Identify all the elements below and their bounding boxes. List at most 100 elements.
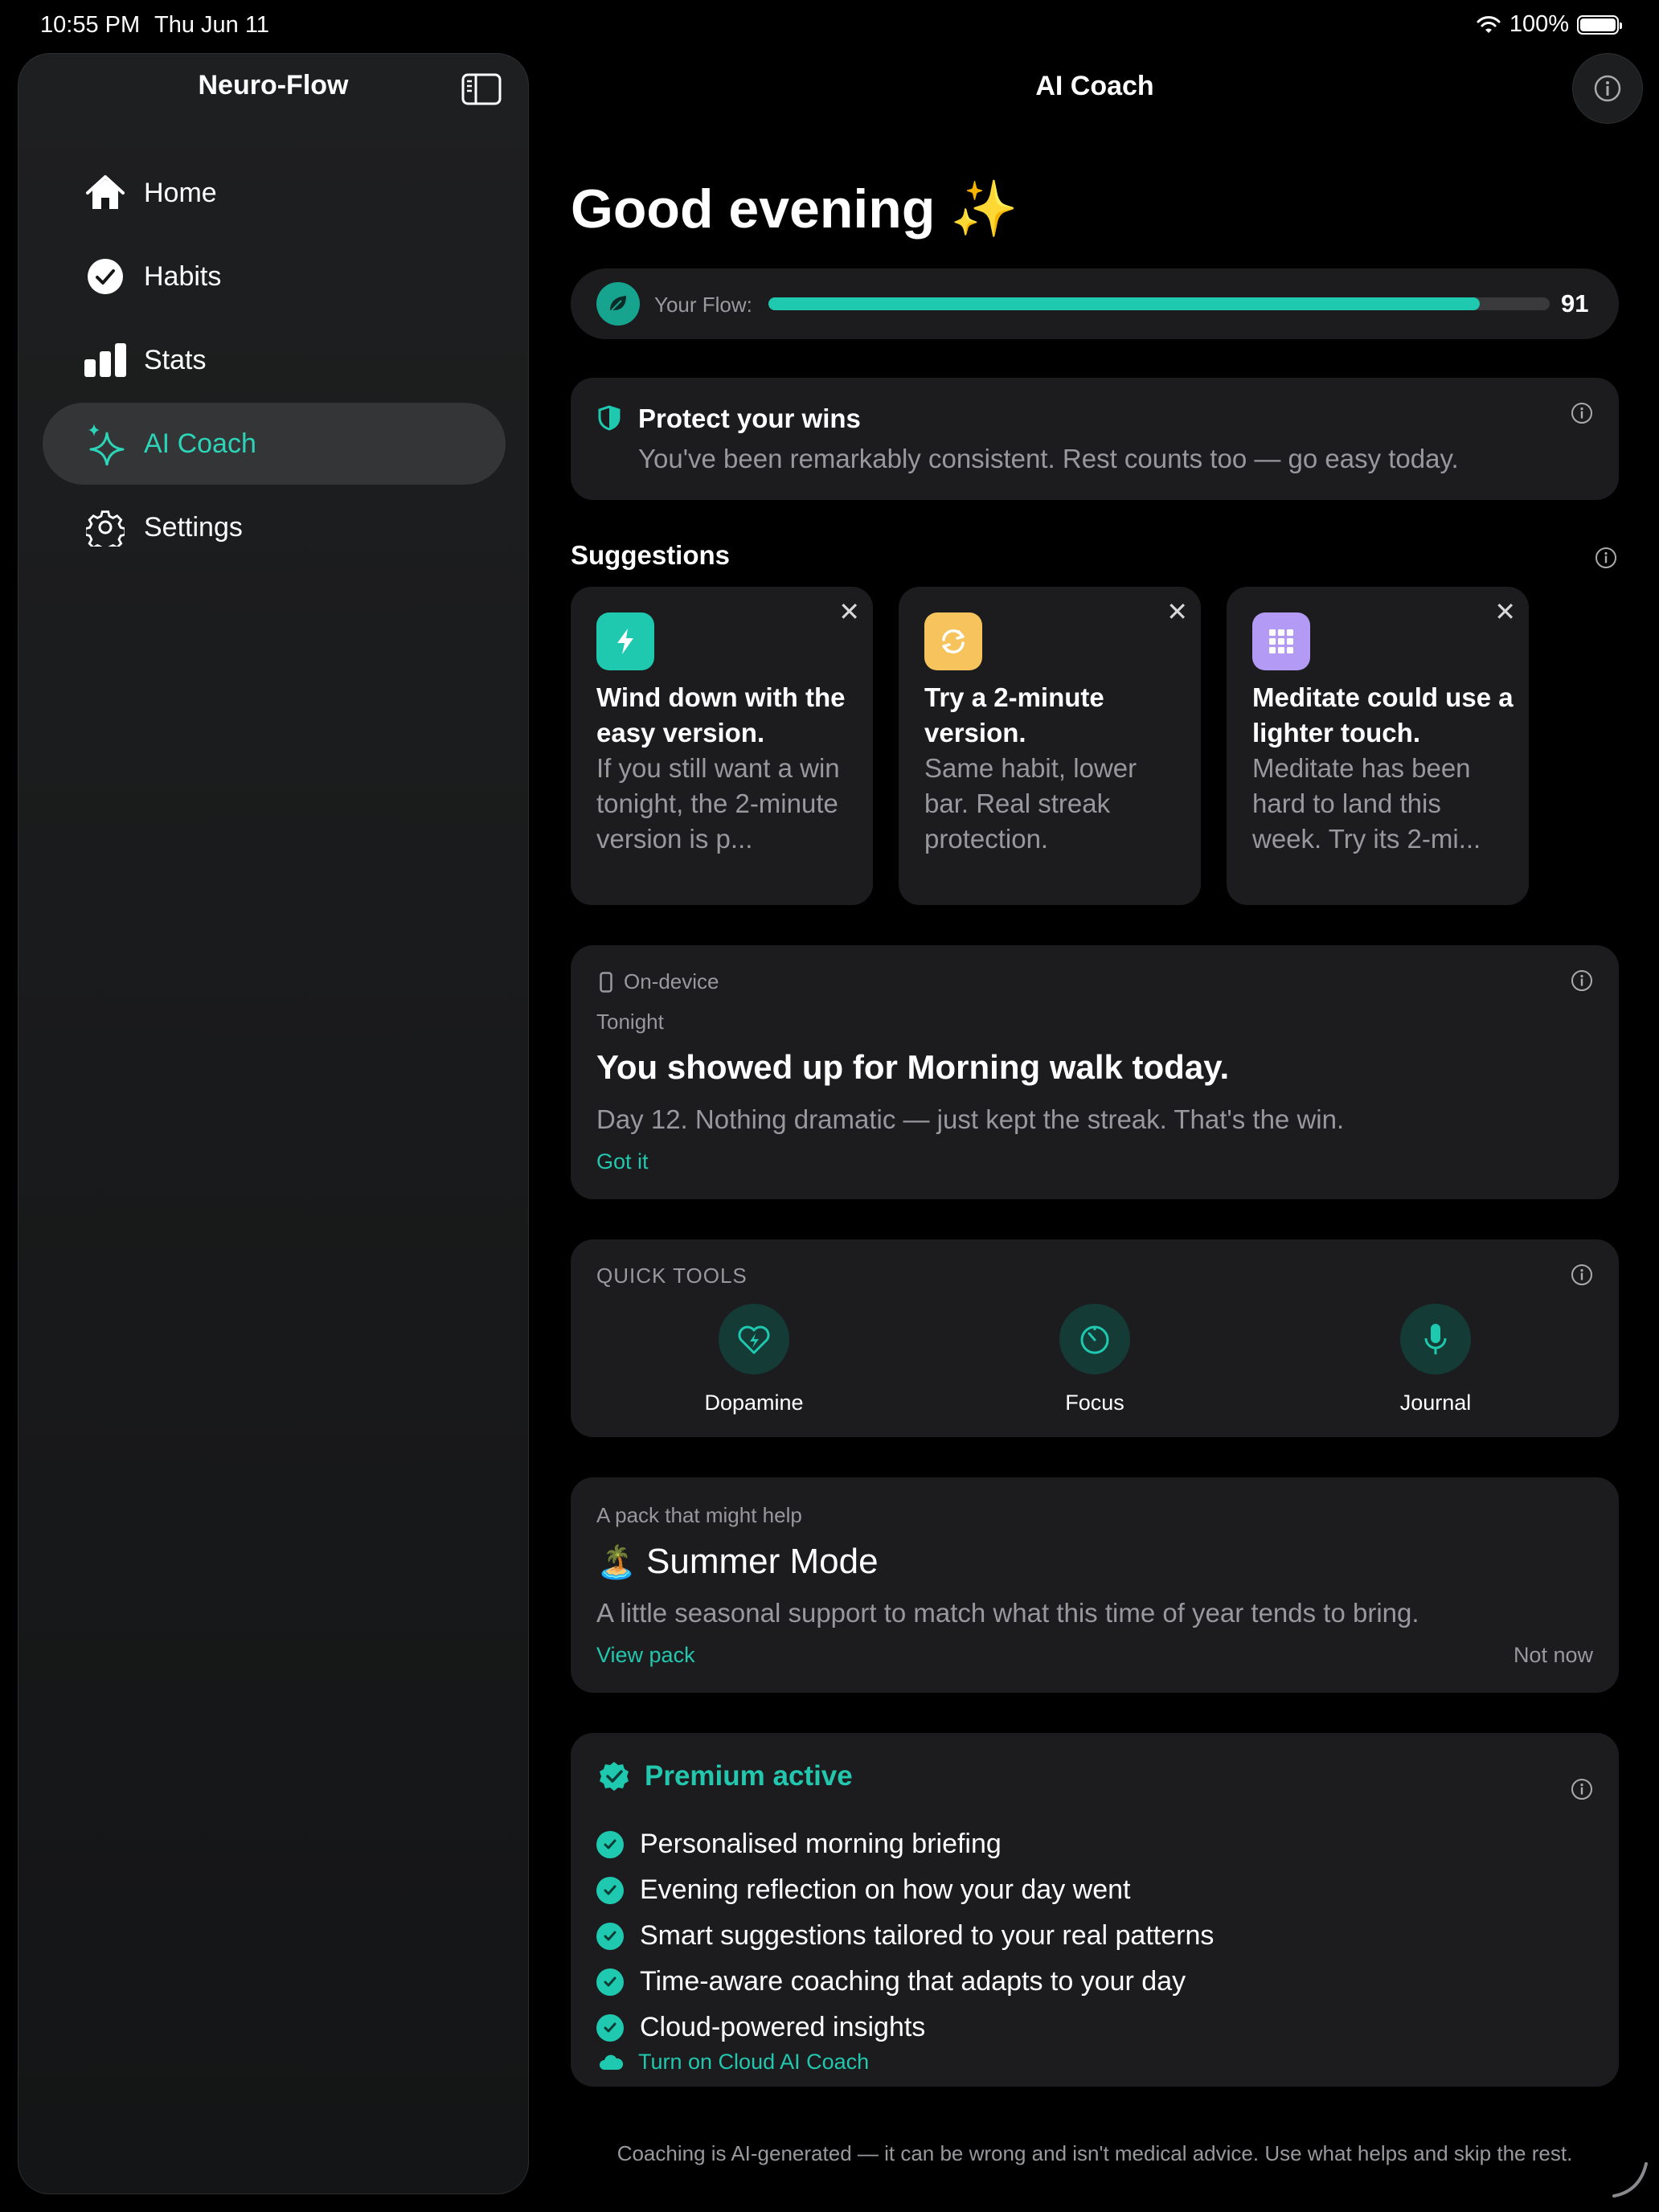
- checkmark-icon: [596, 1968, 624, 1996]
- sidebar-item-label: Stats: [144, 344, 207, 375]
- quick-tools-label: QUICK TOOLS: [596, 1264, 748, 1288]
- island-icon: 🏝️: [596, 1545, 637, 1580]
- checkmark-icon: [596, 1830, 624, 1858]
- checkmark-icon: [596, 1922, 624, 1950]
- flow-progress-track: [768, 297, 1550, 310]
- briefing-title: You showed up for Morning walk today.: [596, 1048, 1230, 1086]
- not-now-link[interactable]: Not now: [1514, 1643, 1593, 1668]
- sidebar-icon: [461, 73, 502, 105]
- suggestion-title: Try a 2-minute version.: [924, 682, 1104, 748]
- pack-label: A pack that might help: [596, 1503, 802, 1527]
- heart-bolt-icon: [719, 1304, 789, 1374]
- cloud-coach-text: Turn on Cloud AI Coach: [638, 2050, 870, 2074]
- info-icon[interactable]: [1571, 402, 1593, 424]
- tool-label: Journal: [1399, 1391, 1472, 1415]
- protect-wins-card: Protect your wins You've been remarkably…: [571, 378, 1619, 500]
- wifi-icon: [1477, 15, 1501, 33]
- house-icon: [83, 170, 128, 215]
- tool-focus[interactable]: Focus: [1014, 1304, 1175, 1415]
- info-icon[interactable]: [1571, 969, 1593, 992]
- sidebar-item-habits[interactable]: Habits: [43, 236, 506, 317]
- tool-journal[interactable]: Journal: [1355, 1304, 1516, 1415]
- list-item: Personalised morning briefing: [596, 1821, 1214, 1867]
- close-icon[interactable]: ✕: [1166, 596, 1188, 627]
- shield-icon: [598, 405, 621, 431]
- bolt-icon: [596, 612, 654, 670]
- status-date: Thu Jun 11: [154, 12, 269, 38]
- list-item: Time-aware coaching that adapts to your …: [596, 1959, 1214, 2005]
- got-it-link[interactable]: Got it: [596, 1149, 649, 1174]
- briefing-time: Tonight: [596, 1010, 664, 1034]
- refresh-icon: [924, 612, 982, 670]
- info-icon: [1594, 75, 1621, 102]
- checkmark-circle-icon: [83, 254, 128, 299]
- premium-header: Premium active: [598, 1760, 853, 1792]
- suggestion-title: Meditate could use a lighter touch.: [1252, 682, 1514, 748]
- phone-icon: [600, 971, 612, 993]
- suggestion-body: Meditate has been hard to land this week…: [1252, 753, 1481, 854]
- timer-icon: [1059, 1304, 1130, 1374]
- feature-text: Cloud-powered insights: [640, 2012, 926, 2042]
- resize-handle-icon[interactable]: [1611, 2159, 1651, 2199]
- close-icon[interactable]: ✕: [1494, 596, 1516, 627]
- status-right: 100%: [1476, 11, 1622, 38]
- tool-label: Focus: [1065, 1391, 1124, 1415]
- feature-text: Smart suggestions tailored to your real …: [640, 1920, 1215, 1951]
- protect-title: Protect your wins: [638, 403, 861, 433]
- flow-score-card: Your Flow: 91: [571, 268, 1619, 339]
- view-pack-link[interactable]: View pack: [596, 1643, 695, 1668]
- feature-text: Evening reflection on how your day went: [640, 1874, 1131, 1905]
- sparkles-icon: [83, 421, 128, 466]
- microphone-icon: [1400, 1304, 1471, 1374]
- verified-badge-icon: [600, 1762, 629, 1791]
- leaf-icon: [596, 282, 640, 326]
- checkmark-icon: [596, 1876, 624, 1904]
- flow-progress-fill: [768, 297, 1480, 310]
- battery-percent: 100%: [1509, 11, 1569, 37]
- grid-icon: [1252, 612, 1310, 670]
- list-item: Smart suggestions tailored to your real …: [596, 1913, 1214, 1959]
- premium-card: Premium active Personalised morning brie…: [571, 1733, 1619, 2087]
- flow-value: 91: [1561, 289, 1589, 317]
- sidebar-toggle-button[interactable]: [461, 72, 502, 107]
- suggestion-card[interactable]: ✕ Meditate could use a lighter touch. Me…: [1227, 587, 1529, 905]
- cloud-icon: [600, 2054, 624, 2070]
- sidebar-item-label: Home: [144, 177, 217, 208]
- sidebar-item-label: AI Coach: [144, 428, 256, 459]
- briefing-body: Day 12. Nothing dramatic — just kept the…: [596, 1104, 1345, 1134]
- info-button[interactable]: [1572, 53, 1643, 124]
- page-title: AI Coach: [1035, 71, 1154, 101]
- status-time: 10:55 PM: [40, 12, 141, 38]
- pack-title: Summer Mode: [646, 1542, 879, 1581]
- sidebar-item-stats[interactable]: Stats: [43, 319, 506, 401]
- source-text: On-device: [624, 969, 719, 993]
- feature-text: Personalised morning briefing: [640, 1829, 1002, 1859]
- suggestions-heading: Suggestions: [571, 540, 731, 570]
- sidebar-item-home[interactable]: Home: [43, 152, 506, 234]
- status-bar: 10:55 PM Thu Jun 11 100%: [0, 0, 1659, 51]
- info-icon[interactable]: [1571, 1778, 1593, 1800]
- list-item: Evening reflection on how your day went: [596, 1867, 1214, 1913]
- suggestion-body: If you still want a win tonight, the 2-m…: [596, 753, 840, 854]
- info-icon[interactable]: [1571, 1264, 1593, 1286]
- suggestion-body: Same habit, lower bar. Real streak prote…: [924, 753, 1137, 854]
- bar-chart-icon: [83, 338, 128, 383]
- sidebar-item-label: Habits: [144, 260, 222, 292]
- info-icon[interactable]: [1595, 547, 1617, 569]
- battery-icon: [1577, 14, 1622, 35]
- suggestion-card[interactable]: ✕ Try a 2-minute version. Same habit, lo…: [899, 587, 1201, 905]
- close-icon[interactable]: ✕: [838, 596, 860, 627]
- app-title: Neuro-Flow: [198, 70, 349, 100]
- suggestion-card[interactable]: ✕ Wind down with the easy version. If yo…: [571, 587, 873, 905]
- sidebar-item-ai-coach[interactable]: AI Coach: [43, 403, 506, 485]
- sidebar-nav: Home Habits Stats AI Coach Settings: [43, 152, 506, 570]
- feature-text: Time-aware coaching that adapts to your …: [640, 1966, 1186, 1997]
- checkmark-icon: [596, 2013, 624, 2042]
- flow-label: Your Flow:: [654, 293, 752, 317]
- protect-subtitle: You've been remarkably consistent. Rest …: [638, 444, 1459, 473]
- cloud-coach-link[interactable]: Turn on Cloud AI Coach: [598, 2050, 869, 2075]
- sidebar-item-settings[interactable]: Settings: [43, 486, 506, 568]
- on-device-label: On-device: [600, 969, 719, 994]
- tool-dopamine[interactable]: Dopamine: [674, 1304, 834, 1415]
- premium-feature-list: Personalised morning briefing Evening re…: [596, 1821, 1214, 2050]
